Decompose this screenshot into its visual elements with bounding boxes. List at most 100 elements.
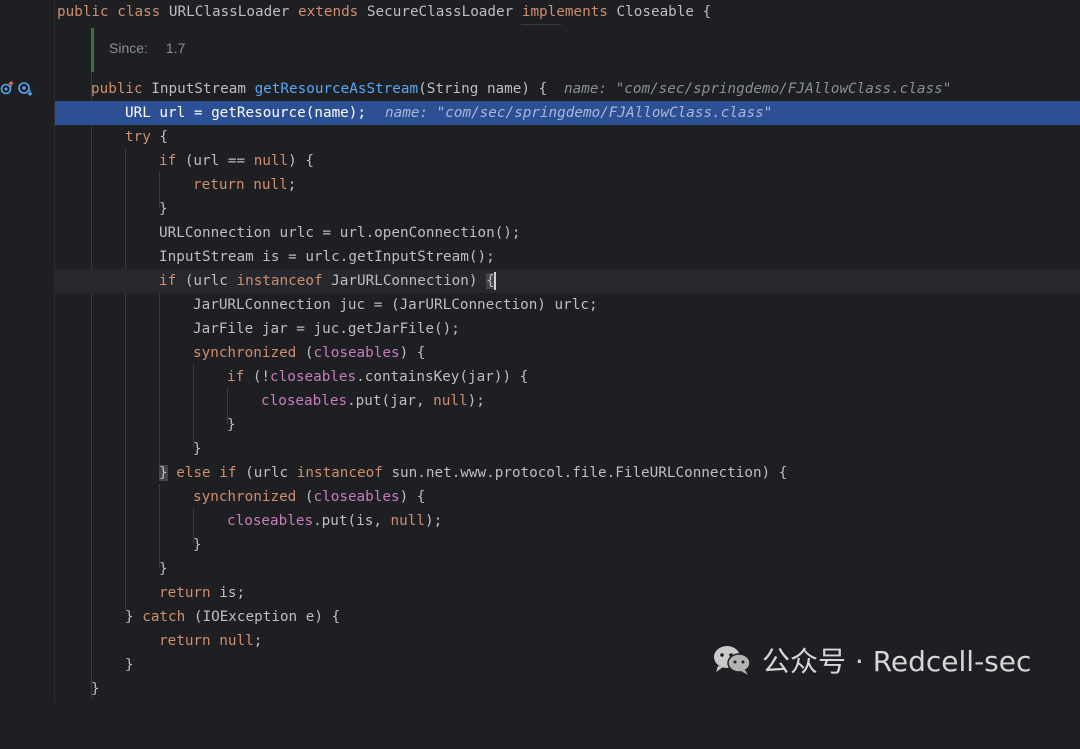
code-line[interactable]: closeables.put(jar, null);: [55, 389, 1080, 413]
code-line[interactable]: synchronized (closeables) {: [55, 485, 1080, 509]
code-line[interactable]: URLConnection urlc = url.openConnection(…: [55, 221, 1080, 245]
field-name: closeables: [227, 513, 314, 529]
keyword: implements: [521, 4, 617, 20]
keyword: else if: [167, 465, 237, 481]
code-line[interactable]: }: [55, 413, 1080, 437]
code-text: sun.net.www.protocol.file.FileURLConnect…: [391, 465, 788, 481]
keyword: null: [390, 513, 425, 529]
code-line[interactable]: closeables.put(is, null);: [55, 509, 1080, 533]
class-name: URLClassLoader: [168, 4, 299, 20]
code-text: (: [304, 489, 314, 505]
inline-value-hint: name: "com/sec/springdemo/FJAllowClass.c…: [385, 105, 773, 121]
code-text: }: [193, 537, 202, 553]
code-text: .containsKey(jar)) {: [356, 369, 529, 385]
keyword: try: [125, 129, 151, 145]
editor-gutter: [0, 0, 55, 703]
keyword: instanceof: [296, 465, 392, 481]
code-text: }: [125, 657, 134, 673]
keyword: public: [91, 81, 152, 97]
code-text: JarURLConnection): [331, 273, 487, 289]
code-text: (String name) {: [418, 81, 548, 97]
keyword: if: [227, 369, 245, 385]
debug-breakpoint-icon[interactable]: [17, 80, 33, 96]
code-text: }: [91, 681, 100, 697]
code-text: (!: [244, 369, 271, 385]
method-name: getResourceAsStream: [254, 81, 419, 97]
keyword: return: [193, 177, 254, 193]
code-text: }: [193, 441, 202, 457]
code-text: );: [424, 513, 443, 529]
code-text: (url ==: [176, 153, 254, 169]
code-text: URL url = getResource(name);: [125, 105, 367, 121]
code-text: {: [150, 129, 169, 145]
keyword: null: [253, 177, 288, 193]
code-line[interactable]: }: [55, 533, 1080, 557]
code-editor[interactable]: public class URLClassLoader extends Secu…: [55, 0, 1080, 703]
code-text: ;: [253, 633, 263, 649]
type-name: InputStream: [151, 81, 255, 97]
code-line[interactable]: JarURLConnection juc = (JarURLConnection…: [55, 293, 1080, 317]
text-cursor: [493, 272, 496, 290]
code-text: .put(jar,: [347, 393, 434, 409]
since-value: 1.7: [165, 40, 186, 56]
field-name: closeables: [270, 369, 357, 385]
code-line[interactable]: } catch (IOException e) {: [55, 605, 1080, 629]
code-line[interactable]: try {: [55, 125, 1080, 149]
watermark-text: 公众号 · Redcell-sec: [762, 645, 1032, 678]
code-text: }: [159, 201, 168, 217]
keyword: if: [159, 153, 177, 169]
code-text: }: [227, 417, 236, 433]
code-text: ) {: [399, 489, 426, 505]
current-execution-line[interactable]: URL url = getResource(name); name: "com/…: [55, 101, 1080, 125]
class-name: SecureClassLoader: [366, 4, 522, 20]
keyword: return: [159, 585, 220, 601]
code-line[interactable]: if (url == null) {: [55, 149, 1080, 173]
code-text: (: [304, 345, 314, 361]
code-text: Closeable {: [616, 4, 712, 20]
code-text: }: [159, 561, 168, 577]
keyword: synchronized: [193, 345, 305, 361]
code-line[interactable]: InputStream is = urlc.getInputStream();: [55, 245, 1080, 269]
code-line[interactable]: }: [55, 197, 1080, 221]
code-text: );: [467, 393, 485, 409]
code-line[interactable]: public class URLClassLoader extends Secu…: [55, 0, 1080, 24]
doc-bar: [91, 28, 94, 72]
keyword: synchronized: [193, 489, 305, 505]
code-text: .put(is,: [313, 513, 391, 529]
code-line[interactable]: return is;: [55, 581, 1080, 605]
keyword: return: [159, 633, 220, 649]
code-line[interactable]: }: [55, 437, 1080, 461]
override-method-icon[interactable]: [0, 80, 16, 96]
code-text: URLConnection urlc = url.openConnection(…: [159, 225, 521, 241]
code-line[interactable]: return null;: [55, 173, 1080, 197]
field-name: closeables: [313, 345, 400, 361]
code-text: ) {: [399, 345, 426, 361]
keyword: null: [219, 633, 254, 649]
code-text: }: [125, 609, 143, 625]
code-line[interactable]: } else if (urlc instanceof sun.net.www.p…: [55, 461, 1080, 485]
keyword: catch: [142, 609, 194, 625]
wechat-logo-icon: [712, 644, 752, 676]
code-text: (urlc: [236, 465, 297, 481]
code-text: JarFile jar = juc.getJarFile();: [193, 321, 460, 337]
keyword: null: [433, 393, 468, 409]
matched-brace: }: [159, 465, 168, 481]
code-line[interactable]: if (!closeables.containsKey(jar)) {: [55, 365, 1080, 389]
code-line[interactable]: JarFile jar = juc.getJarFile();: [55, 317, 1080, 341]
code-text: is;: [219, 585, 246, 601]
javadoc-inline: Since: 1.7: [91, 28, 1080, 72]
keyword: extends: [298, 4, 367, 20]
code-line[interactable]: }: [55, 557, 1080, 581]
code-line[interactable]: public InputStream getResourceAsStream(S…: [55, 77, 1080, 101]
since-label: Since:: [109, 40, 148, 56]
code-text: (IOException e) {: [193, 609, 341, 625]
code-line[interactable]: synchronized (closeables) {: [55, 341, 1080, 365]
code-text: JarURLConnection juc = (JarURLConnection…: [193, 297, 598, 313]
caret-line[interactable]: if (urlc instanceof JarURLConnection) {: [55, 269, 1080, 293]
code-text: ;: [287, 177, 297, 193]
keyword: public class: [57, 4, 169, 20]
code-text: ) {: [288, 153, 314, 169]
code-text: InputStream is = urlc.getInputStream();: [159, 249, 495, 265]
code-text: (urlc: [176, 273, 237, 289]
keyword: null: [253, 153, 289, 169]
